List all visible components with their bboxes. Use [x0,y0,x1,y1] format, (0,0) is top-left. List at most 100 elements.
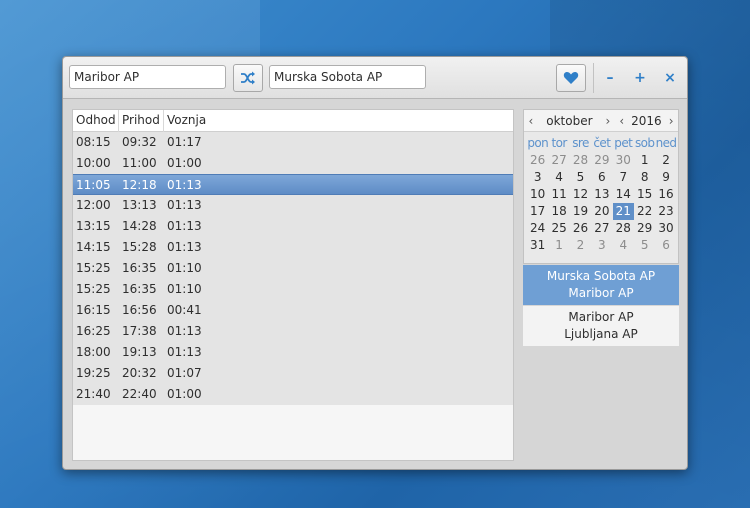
table-row[interactable]: 11:05 12:18 01:13 [73,174,513,195]
calendar-day[interactable]: 4 [548,169,569,186]
table-row[interactable]: 13:15 14:28 01:13 [73,216,513,237]
table-row[interactable]: 15:25 16:35 01:10 [73,279,513,300]
table-row[interactable]: 16:25 17:38 01:13 [73,321,513,342]
table-row[interactable]: 21:40 22:40 01:00 [73,384,513,405]
calendar-day[interactable]: 11 [548,186,569,203]
calendar-day[interactable]: 10 [527,186,548,203]
header-separator [593,63,594,93]
calendar-day[interactable]: 8 [634,169,655,186]
column-header-arrival[interactable]: Prihod [119,110,164,132]
calendar-day[interactable]: 3 [591,237,612,254]
table-row[interactable]: 18:00 19:13 01:13 [73,342,513,363]
cell-arrival: 17:38 [122,324,157,338]
from-station-input[interactable] [69,65,226,89]
calendar-day[interactable]: 29 [634,220,655,237]
calendar-day[interactable]: 5 [570,169,591,186]
cell-duration: 01:00 [167,156,202,170]
cell-arrival: 09:32 [122,135,157,149]
maximize-button[interactable]: + [629,67,651,89]
calendar-day[interactable]: 25 [548,220,569,237]
calendar-day[interactable]: 1 [548,237,569,254]
favorite-route-from: Murska Sobota AP [546,269,656,283]
cell-arrival: 12:18 [122,178,157,192]
calendar-day[interactable]: 30 [613,152,634,169]
cell-departure: 14:15 [76,240,111,254]
next-year-button[interactable]: › [664,114,678,128]
table-row[interactable]: 15:25 16:35 01:10 [73,258,513,279]
calendar-day[interactable]: 27 [548,152,569,169]
cell-arrival: 16:56 [122,303,157,317]
calendar-day-name: čet [593,136,611,150]
cell-duration: 01:13 [167,178,202,192]
swap-stations-button[interactable] [233,64,263,92]
calendar-day[interactable]: 16 [655,186,676,203]
cell-duration: 01:13 [167,198,202,212]
calendar-day[interactable]: 28 [613,220,634,237]
to-station-input[interactable] [269,65,426,89]
calendar-day[interactable]: 30 [655,220,676,237]
cell-departure: 10:00 [76,156,111,170]
calendar-day[interactable]: 23 [655,203,676,220]
calendar-grid: pon tor sre čet pet sob ned 26 27 28 29 30 1 2 3 4 5 6 7 8 9… [524,132,678,254]
calendar-day[interactable]: 6 [591,169,612,186]
column-header-departure[interactable]: Odhod [73,110,119,132]
calendar-day[interactable]: 26 [570,220,591,237]
calendar-day[interactable]: 2 [570,237,591,254]
cell-arrival: 14:28 [122,219,157,233]
table-row[interactable]: 14:15 15:28 01:13 [73,237,513,258]
table-row[interactable]: 08:15 09:32 01:17 [73,132,513,153]
calendar-day[interactable]: 19 [570,203,591,220]
calendar-day[interactable]: 17 [527,203,548,220]
prev-month-button[interactable]: ‹ [524,114,538,128]
column-header-duration[interactable]: Voznja [164,110,513,132]
calendar-day[interactable]: 28 [570,152,591,169]
table-row[interactable]: 19:25 20:32 01:07 [73,363,513,384]
calendar-day[interactable]: 6 [655,237,676,254]
calendar-day[interactable]: 20 [591,203,612,220]
calendar-day[interactable]: 27 [591,220,612,237]
calendar-day[interactable]: 3 [527,169,548,186]
cell-departure: 16:25 [76,324,111,338]
add-favorite-button[interactable] [556,64,586,92]
cell-duration: 01:00 [167,387,202,401]
next-month-button[interactable]: › [601,114,615,128]
table-row[interactable]: 10:00 11:00 01:00 [73,153,513,174]
calendar-day-name: sre [572,136,589,150]
close-button[interactable]: × [659,67,681,89]
table-row[interactable]: 12:00 13:13 01:13 [73,195,513,216]
calendar-day[interactable]: 13 [591,186,612,203]
calendar-day[interactable]: 22 [634,203,655,220]
calendar-day[interactable]: 14 [613,186,634,203]
calendar-day[interactable]: 21 [612,203,634,220]
cell-duration: 01:13 [167,345,202,359]
cell-duration: 01:13 [167,324,202,338]
cell-duration: 01:13 [167,219,202,233]
calendar-day[interactable]: 5 [634,237,655,254]
cell-departure: 15:25 [76,261,111,275]
calendar-day-name: tor [551,136,567,150]
calendar-day[interactable]: 2 [655,152,676,169]
cell-duration: 01:10 [167,282,202,296]
favorite-route-item[interactable]: Maribor AP Ljubljana AP [523,306,679,346]
prev-year-button[interactable]: ‹ [615,114,629,128]
cell-arrival: 13:13 [122,198,157,212]
calendar-day[interactable]: 18 [548,203,569,220]
calendar-day[interactable]: 29 [591,152,612,169]
favorite-route-item[interactable]: Murska Sobota AP Maribor AP [523,265,679,305]
cell-duration: 01:07 [167,366,202,380]
calendar-day[interactable]: 24 [527,220,548,237]
cell-duration: 00:41 [167,303,202,317]
cell-arrival: 20:32 [122,366,157,380]
calendar-day[interactable]: 12 [570,186,591,203]
table-row[interactable]: 16:15 16:56 00:41 [73,300,513,321]
app-window: – + × Odhod Prihod Voznja 08:15 09:32 01:1… [62,56,688,470]
minimize-button[interactable]: – [599,67,621,89]
calendar-day[interactable]: 9 [655,169,676,186]
calendar-day[interactable]: 1 [634,152,655,169]
calendar-day[interactable]: 26 [527,152,548,169]
calendar-day[interactable]: 4 [613,237,634,254]
calendar-day[interactable]: 7 [613,169,634,186]
calendar-day[interactable]: 31 [527,237,548,254]
calendar-day[interactable]: 15 [634,186,655,203]
calendar: ‹ oktober › ‹ 2016 › pon tor sre čet pet sob n… [523,109,679,264]
